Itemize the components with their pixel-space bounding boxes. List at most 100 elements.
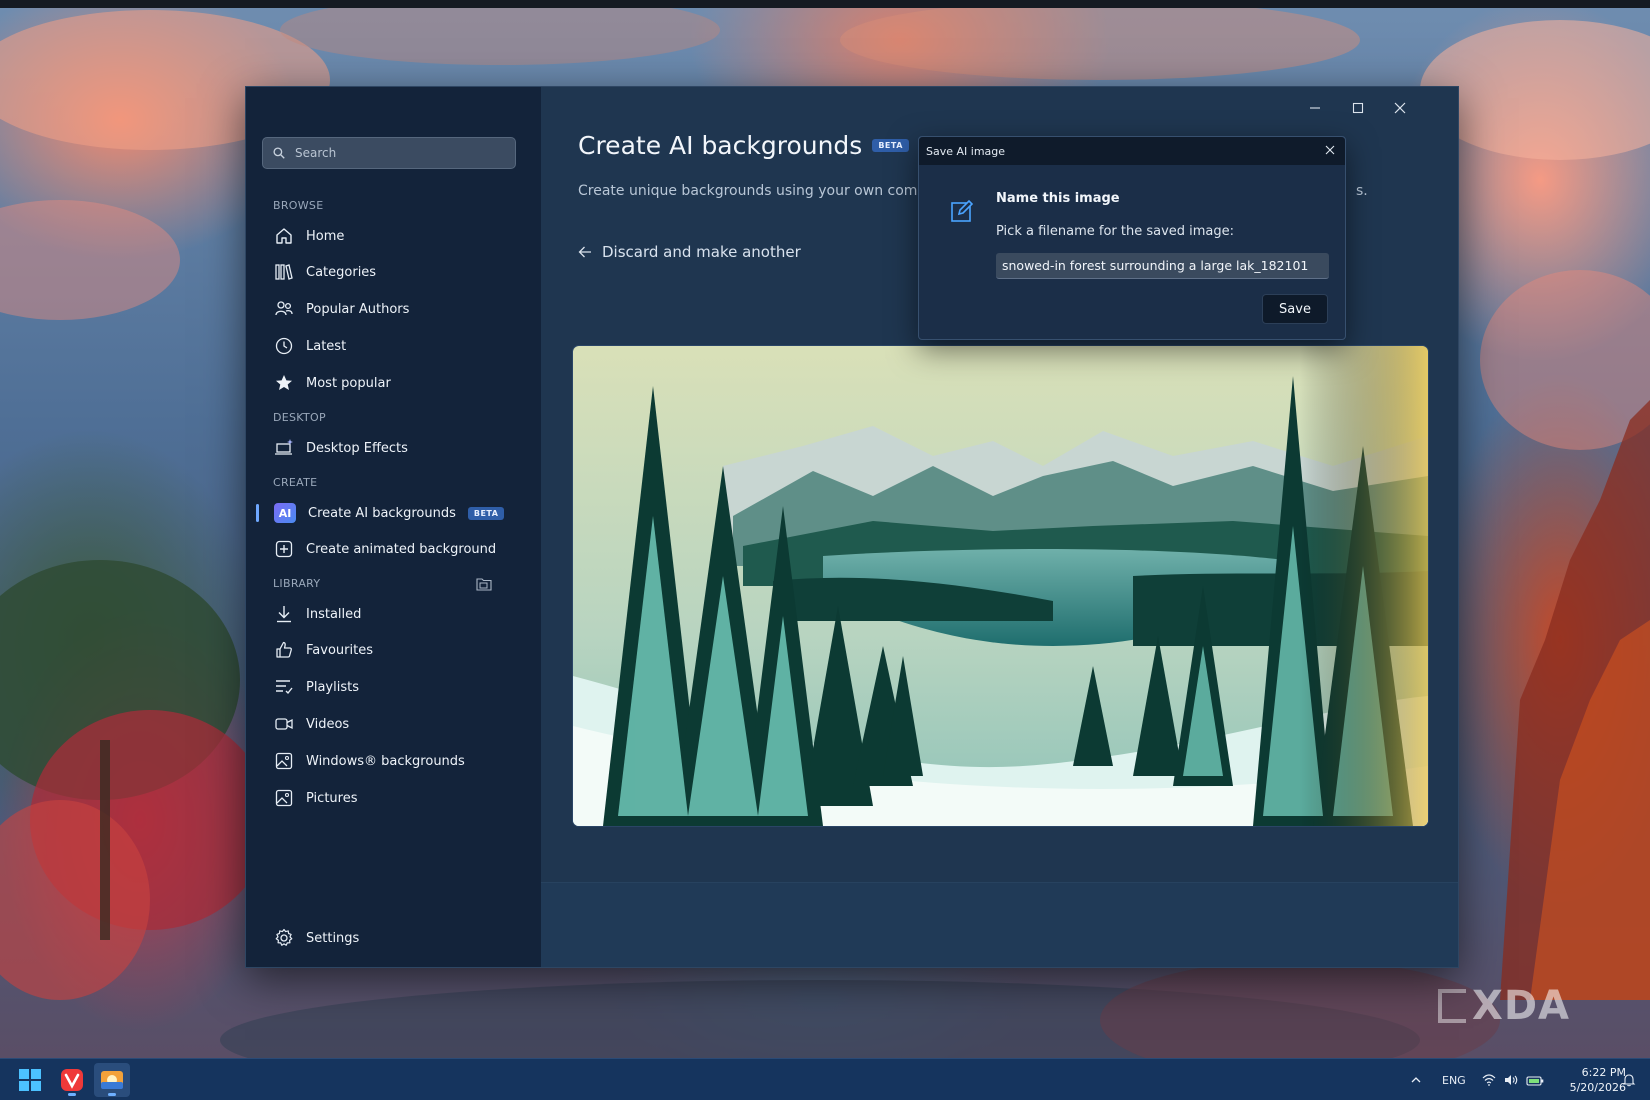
minimize-icon xyxy=(1310,107,1320,109)
watermark-text: XDA xyxy=(1472,983,1570,1029)
watermark-bracket xyxy=(1438,989,1466,1023)
sidebar-item-label: Playlists xyxy=(306,679,359,695)
playlist-icon xyxy=(274,677,294,697)
sidebar-item-label: Settings xyxy=(306,930,360,946)
sidebar: Search BROWSE Home Categories Popular Au… xyxy=(246,87,541,967)
ai-icon: AI xyxy=(274,503,296,523)
save-button[interactable]: Save xyxy=(1262,294,1328,324)
maximize-icon xyxy=(1352,102,1364,114)
sidebar-item-label: Home xyxy=(306,228,345,244)
edit-icon xyxy=(951,199,974,222)
subtitle-start: Create unique backgrounds using your own… xyxy=(578,183,936,199)
close-icon xyxy=(1325,145,1335,154)
minimize-button[interactable] xyxy=(1295,93,1335,123)
dialog-titlebar: Save AI image xyxy=(919,137,1345,165)
section-library: LIBRARY xyxy=(273,577,321,590)
dialog-title: Save AI image xyxy=(926,144,1006,158)
dialog-prompt: Pick a filename for the saved image: xyxy=(996,224,1235,239)
page-title-text: Create AI backgrounds xyxy=(578,131,863,160)
section-create: CREATE xyxy=(273,476,318,489)
battery-icon xyxy=(1526,1076,1544,1086)
backgrounds-app-icon xyxy=(101,1071,123,1089)
sidebar-item-desktop-effects[interactable]: Desktop Effects xyxy=(254,431,524,465)
main-footer xyxy=(541,882,1458,967)
sidebar-item-label: Favourites xyxy=(306,642,373,658)
sidebar-item-pictures[interactable]: Pictures xyxy=(254,781,524,815)
beta-badge: BETA xyxy=(467,506,505,520)
top-strip xyxy=(0,0,1650,8)
thumbs-up-icon xyxy=(274,640,294,660)
close-button[interactable] xyxy=(1380,93,1420,123)
sidebar-item-home[interactable]: Home xyxy=(254,219,524,253)
page-title: Create AI backgrounds BETA xyxy=(578,131,909,160)
sidebar-item-label: Desktop Effects xyxy=(306,440,408,456)
sidebar-item-label: Most popular xyxy=(306,375,391,391)
search-icon xyxy=(273,147,285,159)
dialog-close-button[interactable] xyxy=(1325,145,1335,158)
running-indicator xyxy=(68,1093,76,1096)
section-desktop: DESKTOP xyxy=(273,411,326,424)
language-indicator[interactable]: ENG xyxy=(1442,1059,1466,1100)
discard-button[interactable]: Discard and make another xyxy=(578,243,801,261)
sidebar-item-label: Installed xyxy=(306,606,362,622)
sidebar-item-favourites[interactable]: Favourites xyxy=(254,633,524,667)
sidebar-item-latest[interactable]: Latest xyxy=(254,329,524,363)
search-placeholder: Search xyxy=(295,146,337,160)
taskbar-backgrounds-app[interactable] xyxy=(94,1063,130,1097)
sidebar-item-installed[interactable]: Installed xyxy=(254,597,524,631)
sidebar-item-create-ai[interactable]: AI Create AI backgrounds BETA xyxy=(254,496,524,530)
running-indicator xyxy=(108,1093,116,1096)
sidebar-item-label: Popular Authors xyxy=(306,301,410,317)
sidebar-item-windows-backgrounds[interactable]: Windows® backgrounds xyxy=(254,744,524,778)
active-indicator xyxy=(256,504,259,522)
download-icon xyxy=(274,604,294,624)
xda-watermark: XDA xyxy=(1438,982,1598,1030)
filename-input[interactable] xyxy=(996,253,1329,279)
sidebar-item-label: Windows® backgrounds xyxy=(306,753,465,769)
sidebar-item-label: Create AI backgrounds xyxy=(308,505,456,521)
taskbar-clock[interactable]: 6:22 PM 5/20/2026 xyxy=(1556,1065,1626,1095)
image-icon xyxy=(274,788,294,808)
title-beta-badge: BETA xyxy=(872,139,909,152)
image-icon xyxy=(274,751,294,771)
start-button[interactable] xyxy=(12,1063,48,1097)
wifi-icon xyxy=(1482,1074,1496,1086)
people-icon xyxy=(274,299,294,319)
sidebar-item-most-popular[interactable]: Most popular xyxy=(254,366,524,400)
sidebar-item-settings[interactable]: Settings xyxy=(254,921,524,955)
search-input[interactable]: Search xyxy=(262,137,516,169)
laptop-sparkle-icon xyxy=(274,438,294,458)
maximize-button[interactable] xyxy=(1338,93,1378,123)
taskbar: ENG 6:22 PM 5/20/2026 xyxy=(0,1058,1650,1100)
tray-chevron[interactable] xyxy=(1410,1059,1422,1100)
vivaldi-icon xyxy=(61,1069,83,1091)
notification-bell[interactable] xyxy=(1622,1059,1636,1100)
section-browse: BROWSE xyxy=(273,199,324,212)
sidebar-item-categories[interactable]: Categories xyxy=(254,255,524,289)
sidebar-item-label: Latest xyxy=(306,338,347,354)
home-icon xyxy=(274,226,294,246)
tray-icons[interactable] xyxy=(1482,1059,1544,1100)
folder-icon[interactable] xyxy=(476,577,492,591)
clock-icon xyxy=(274,336,294,356)
sidebar-item-label: Categories xyxy=(306,264,377,280)
save-ai-image-dialog: Save AI image Name this image Pick a fil… xyxy=(918,136,1346,340)
categories-icon xyxy=(274,262,294,282)
volume-icon xyxy=(1505,1075,1518,1085)
generated-ai-image xyxy=(573,346,1428,826)
bell-icon xyxy=(1622,1074,1636,1087)
arrow-left-icon xyxy=(578,246,591,258)
add-square-icon xyxy=(274,539,294,559)
clock-date: 5/20/2026 xyxy=(1569,1081,1626,1094)
discard-label: Discard and make another xyxy=(602,243,801,261)
sidebar-item-playlists[interactable]: Playlists xyxy=(254,670,524,704)
taskbar-vivaldi[interactable] xyxy=(54,1063,90,1097)
close-icon xyxy=(1394,102,1406,114)
sidebar-item-create-animated[interactable]: Create animated background xyxy=(254,532,524,566)
sidebar-item-popular-authors[interactable]: Popular Authors xyxy=(254,292,524,326)
windows-logo-icon xyxy=(19,1069,41,1091)
sidebar-item-videos[interactable]: Videos xyxy=(254,707,524,741)
dialog-heading: Name this image xyxy=(996,191,1120,206)
gear-icon xyxy=(274,928,294,948)
chevron-up-icon xyxy=(1411,1077,1421,1083)
